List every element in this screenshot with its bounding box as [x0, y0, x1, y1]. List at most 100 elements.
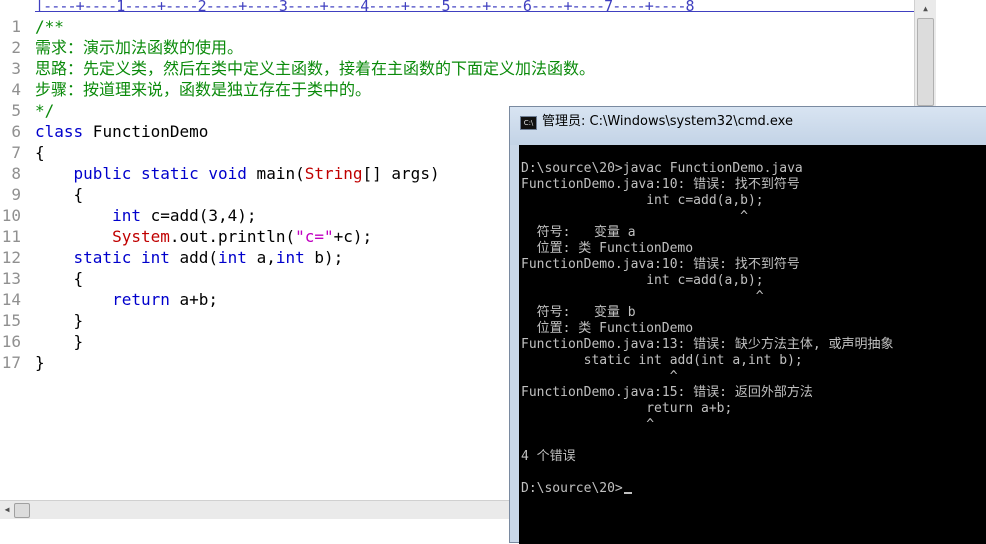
- text-cursor: [623, 492, 632, 494]
- console-line: ^: [521, 417, 654, 433]
- console-line-text: 位置: 类 FunctionDemo: [521, 241, 694, 256]
- code-line-8: public static void main(String[] args): [35, 163, 440, 184]
- console-line-text: FunctionDemo.java:13: 错误: 缺少方法主体, 或声明抽象: [521, 337, 894, 352]
- keyword: public static void: [73, 164, 247, 183]
- console-line: ^: [521, 289, 764, 305]
- line-number: 1: [11, 17, 21, 36]
- console-line: 位置: 类 FunctionDemo: [521, 241, 693, 257]
- console-line: FunctionDemo.java:13: 错误: 缺少方法主体, 或声明抽象: [521, 337, 894, 353]
- console-line-text: 4 个错误: [521, 449, 576, 464]
- code-line-9: {: [35, 185, 84, 204]
- console-line: int c=add(a,b);: [521, 273, 764, 289]
- code-line-12: static int add(int a,int b);: [35, 247, 344, 268]
- console-line: FunctionDemo.java:10: 错误: 找不到符号: [521, 177, 800, 193]
- console-line: D:\source\20>javac FunctionDemo.java: [521, 161, 803, 177]
- cmd-title-bar[interactable]: C:\ 管理员: C:\Windows\system32\cmd.exe: [510, 107, 986, 145]
- ruler-underline: [35, 11, 915, 12]
- console-line: D:\source\20>: [521, 481, 632, 497]
- console-line: ^: [521, 209, 748, 225]
- keyword: int: [112, 206, 141, 225]
- console-line: return a+b;: [521, 401, 732, 417]
- console-line-text: 符号: 变量 b: [521, 305, 636, 320]
- console-line: 4 个错误: [521, 449, 576, 465]
- code-line-7: {: [35, 143, 45, 162]
- line-number: 5: [11, 101, 21, 120]
- keyword: return: [112, 290, 170, 309]
- console-line: FunctionDemo.java:15: 错误: 返回外部方法: [521, 385, 813, 401]
- console-line-text: FunctionDemo.java:15: 错误: 返回外部方法: [521, 385, 813, 400]
- line-number: 12: [1, 248, 21, 267]
- line-number: 2: [11, 38, 21, 57]
- code-line-14: return a+b;: [35, 289, 218, 310]
- console-line-text: ^: [521, 209, 748, 224]
- code-line-10: int c=add(3,4);: [35, 205, 257, 226]
- line-number: 7: [11, 143, 21, 162]
- scroll-up-icon[interactable]: ▲: [915, 0, 936, 17]
- console-line-text: int c=add(a,b);: [521, 193, 764, 208]
- console-line: int c=add(a,b);: [521, 193, 764, 209]
- console-line: 位置: 类 FunctionDemo: [521, 321, 693, 337]
- horizontal-scroll-thumb[interactable]: [14, 503, 30, 518]
- type-name: System: [112, 227, 170, 246]
- console-line: ^: [521, 369, 678, 385]
- code-text: b);: [304, 248, 344, 267]
- keyword: int: [218, 248, 247, 267]
- console-line-text: 符号: 变量 a: [521, 225, 636, 240]
- line-number: 6: [11, 122, 21, 141]
- type-name: String: [304, 164, 363, 183]
- scroll-left-icon[interactable]: ◀: [0, 501, 14, 519]
- line-number: 11: [1, 227, 21, 246]
- code-line-1: /**: [35, 17, 64, 36]
- code-line-15: }: [35, 311, 84, 330]
- cmd-app-icon[interactable]: C:\: [520, 116, 537, 130]
- console-output[interactable]: D:\source\20>javac FunctionDemo.java Func…: [519, 145, 986, 544]
- code-text: main(: [246, 164, 305, 183]
- string-literal: "c=": [295, 227, 334, 246]
- console-line-text: ^: [521, 289, 764, 304]
- console-line-text: 位置: 类 FunctionDemo: [521, 321, 694, 336]
- code-text: +c);: [333, 227, 373, 246]
- code-line-11: System.out.println("c="+c);: [35, 226, 372, 247]
- keyword: class: [35, 122, 84, 141]
- console-line-text: D:\source\20>: [521, 481, 623, 496]
- code-line-2: 需求：演示加法函数的使用。: [35, 38, 244, 57]
- line-number: 13: [1, 269, 21, 288]
- console-line-text: FunctionDemo.java:10: 错误: 找不到符号: [521, 257, 800, 272]
- console-line-text: int c=add(a,b);: [521, 273, 764, 288]
- code-line-16: }: [35, 332, 84, 351]
- console-line-text: static int add(int a,int b);: [521, 353, 803, 368]
- console-line-text: ^: [521, 369, 678, 384]
- cmd-window[interactable]: C:\ 管理员: C:\Windows\system32\cmd.exe D:\…: [509, 106, 986, 544]
- line-number: 9: [11, 185, 21, 204]
- console-line-text: D:\source\20>javac FunctionDemo.java: [521, 161, 803, 176]
- keyword: static int: [73, 248, 170, 267]
- code-text: [] args): [362, 164, 440, 183]
- keyword: int: [275, 248, 305, 267]
- line-number: 10: [1, 206, 21, 225]
- code-text: .out.println(: [169, 227, 296, 246]
- line-number: 15: [1, 311, 21, 330]
- console-line-text: ^: [521, 417, 655, 432]
- code-line-4: 步骤：按道理来说，函数是独立存在于类中的。: [35, 80, 372, 99]
- code-text: add(: [169, 248, 219, 267]
- line-number: 8: [11, 164, 21, 183]
- code-line-3: 思路：先定义类，然后在类中定义主函数，接着在主函数的下面定义加法函数。: [35, 59, 596, 78]
- code-text: FunctionDemo: [83, 122, 209, 141]
- console-line: 符号: 变量 b: [521, 305, 636, 321]
- code-text: a,: [246, 248, 276, 267]
- line-number: 4: [11, 80, 21, 99]
- vertical-scroll-thumb[interactable]: [917, 18, 934, 106]
- console-line-text: return a+b;: [521, 401, 733, 416]
- line-number: 14: [1, 290, 21, 309]
- code-text: a+b;: [169, 290, 219, 309]
- cmd-window-title: 管理员: C:\Windows\system32\cmd.exe: [542, 114, 793, 129]
- code-text: c=add(3,4);: [140, 206, 257, 225]
- code-line-5: */: [35, 101, 55, 120]
- console-line: FunctionDemo.java:10: 错误: 找不到符号: [521, 257, 800, 273]
- code-line-13: {: [35, 269, 84, 288]
